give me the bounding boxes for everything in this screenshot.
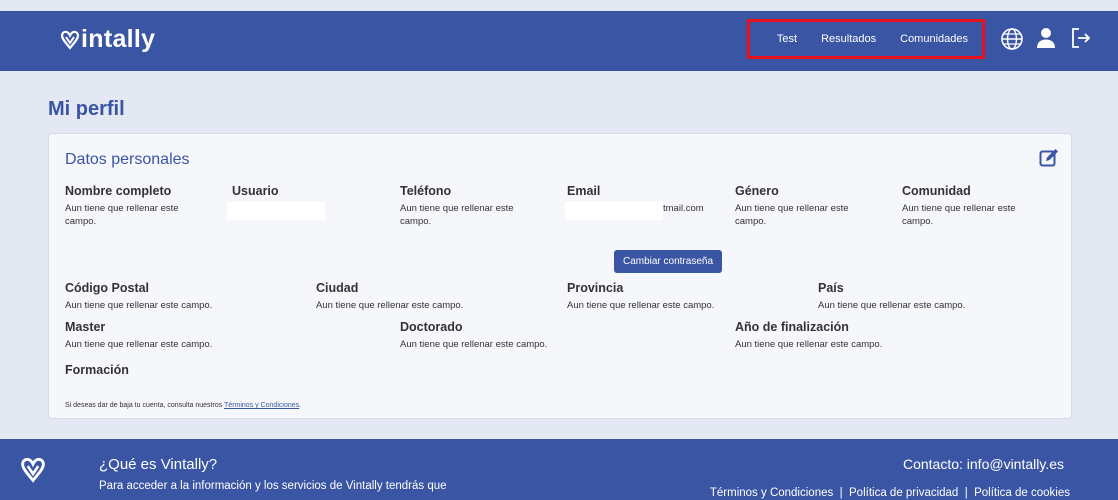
field-label: Ciudad [316, 281, 359, 295]
top-navbar: intally Test Resultados Comunidades [0, 11, 1118, 71]
field-value: Aun tiene que rellenar este campo. [902, 203, 1016, 227]
redacted-usuario [227, 202, 325, 220]
field-value: Aun tiene que rellenar este campo. [400, 203, 514, 227]
terms-suffix: . [299, 402, 302, 409]
footer: ¿Qué es Vintally? Para acceder a la info… [0, 439, 1118, 500]
edit-icon[interactable] [1039, 148, 1059, 168]
terms-link[interactable]: Términos y Condiciones [224, 402, 299, 409]
logo-text: intally [81, 25, 156, 53]
field-value: Aun tiene que rellenar este campo. [818, 300, 966, 311]
field-genero: Género Aun tiene que rellenar este campo… [735, 184, 875, 228]
footer-link-terminos[interactable]: Términos y Condiciones [710, 487, 833, 499]
field-label: Email [567, 184, 601, 198]
field-label: Género [735, 184, 779, 198]
nav-links-highlighted: Test Resultados Comunidades [747, 19, 985, 59]
nav-resultados[interactable]: Resultados [821, 33, 876, 45]
field-value: Aun tiene que rellenar este campo. [400, 339, 548, 350]
field-codigo-postal: Código Postal Aun tiene que rellenar est… [65, 281, 212, 312]
footer-link-privacidad[interactable]: Política de privacidad [849, 487, 958, 499]
change-password-button[interactable]: Cambiar contraseña [614, 250, 722, 273]
footer-heading: ¿Qué es Vintally? [99, 456, 218, 473]
nav-test[interactable]: Test [777, 33, 797, 45]
field-label: Formación [65, 363, 129, 377]
field-label: Doctorado [400, 320, 463, 334]
footer-link-cookies[interactable]: Política de cookies [974, 487, 1070, 499]
field-value: Aun tiene que rellenar este campo. [65, 339, 213, 350]
heart-v-logo-icon [60, 30, 80, 50]
field-value: Aun tiene que rellenar este campo. [65, 300, 213, 311]
field-label: Usuario [232, 184, 279, 198]
field-label: Nombre completo [65, 184, 172, 198]
field-value: Aun tiene que rellenar este campo. [735, 203, 849, 227]
footer-links: Términos y Condiciones | Política de pri… [709, 487, 1070, 499]
field-ciudad: Ciudad Aun tiene que rellenar este campo… [316, 281, 463, 312]
field-label: Año de finalización [735, 320, 849, 334]
footer-contact[interactable]: Contacto: info@vintally.es [903, 456, 1064, 472]
field-doctorado: Doctorado Aun tiene que rellenar este ca… [400, 320, 547, 351]
field-value: Aun tiene que rellenar este campo. [567, 300, 715, 311]
field-value: Aun tiene que rellenar este campo. [65, 203, 179, 227]
nav-comunidades[interactable]: Comunidades [900, 33, 968, 45]
logout-icon[interactable] [1070, 27, 1092, 49]
field-label: Comunidad [902, 184, 971, 198]
redacted-email [565, 202, 663, 220]
field-formacion: Formación [65, 363, 129, 381]
personal-data-card: Datos personales Nombre completo Aun tie… [48, 133, 1072, 419]
field-pais: País Aun tiene que rellenar este campo. [818, 281, 965, 312]
field-value: Aun tiene que rellenar este campo. [316, 300, 464, 311]
field-master: Master Aun tiene que rellenar este campo… [65, 320, 212, 351]
field-label: Master [65, 320, 106, 334]
unsubscribe-note: Si deseas dar de baja tu cuenta, consult… [65, 402, 301, 409]
page-title: Mi perfil [48, 98, 125, 120]
field-label: Teléfono [400, 184, 452, 198]
globe-icon[interactable] [1000, 27, 1024, 51]
field-provincia: Provincia Aun tiene que rellenar este ca… [567, 281, 714, 312]
vintally-logo[interactable]: intally [60, 25, 155, 54]
field-nombre-completo: Nombre completo Aun tiene que rellenar e… [65, 184, 205, 228]
terms-prefix: Si deseas dar de baja tu cuenta, consult… [65, 402, 225, 409]
footer-description: Para acceder a la información y los serv… [99, 480, 447, 492]
field-label: País [818, 281, 844, 295]
heart-v-logo-icon [21, 457, 45, 483]
field-comunidad: Comunidad Aun tiene que rellenar este ca… [902, 184, 1042, 228]
field-label: Provincia [567, 281, 624, 295]
field-telefono: Teléfono Aun tiene que rellenar este cam… [400, 184, 540, 228]
field-label: Código Postal [65, 281, 150, 295]
card-title: Datos personales [65, 151, 190, 168]
field-usuario: Usuario [232, 184, 279, 202]
user-icon[interactable] [1036, 27, 1056, 49]
field-anio-finalizacion: Año de finalización Aun tiene que rellen… [735, 320, 882, 351]
field-value: Aun tiene que rellenar este campo. [735, 339, 883, 350]
